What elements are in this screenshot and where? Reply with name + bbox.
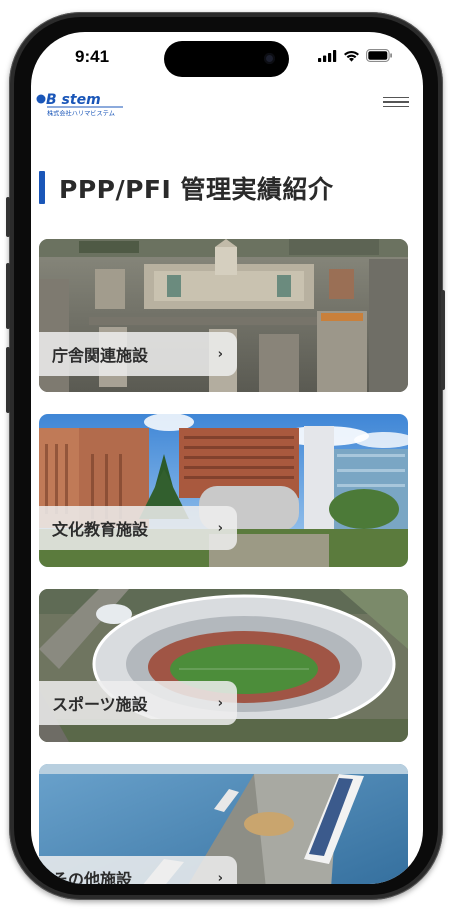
phone-screen: 9:41 B stem 株式会社ハリマビステム PPP/PFI 管理実績紹介 庁… (31, 32, 423, 884)
card-government-facilities[interactable]: 庁舎関連施設 › (39, 239, 408, 392)
card-label-culture-education-facilities[interactable]: 文化教育施設 › (39, 506, 237, 550)
chevron-right-icon: › (217, 695, 223, 711)
front-camera (264, 53, 275, 64)
status-time: 9:41 (75, 47, 110, 66)
card-culture-education-facilities[interactable]: 文化教育施設 › (39, 414, 408, 567)
chevron-right-icon: › (217, 520, 223, 536)
chevron-right-icon: › (217, 346, 223, 362)
battery-icon (366, 49, 392, 62)
volume-up-button (6, 263, 10, 329)
card-title: 文化教育施設 (52, 520, 149, 539)
logo-text: B stem (46, 92, 101, 108)
card-sports-facilities[interactable]: スポーツ施設 › (39, 589, 408, 742)
hamburger-menu-icon[interactable] (383, 92, 409, 112)
card-other-facilities[interactable]: その他施設 › (39, 764, 408, 884)
power-button (441, 290, 445, 390)
card-title: その他施設 (52, 870, 133, 884)
company-logo[interactable]: B stem 株式会社ハリマビステム (35, 91, 131, 119)
title-accent-bar (39, 171, 45, 204)
page-title: PPP/PFI 管理実績紹介 (59, 175, 334, 204)
silent-switch (6, 197, 10, 237)
status-icons (318, 49, 393, 62)
card-title: 庁舎関連施設 (52, 346, 149, 365)
dynamic-island (164, 41, 289, 77)
volume-down-button (6, 347, 10, 413)
card-title: スポーツ施設 (52, 695, 148, 714)
card-label-sports-facilities[interactable]: スポーツ施設 › (39, 681, 237, 725)
chevron-right-icon: › (217, 870, 223, 885)
wifi-icon (344, 50, 359, 62)
signal-icon (318, 49, 337, 62)
card-label-government-facilities[interactable]: 庁舎関連施設 › (39, 332, 237, 376)
card-label-other-facilities[interactable]: その他施設 › (39, 856, 237, 884)
logo-subtext: 株式会社ハリマビステム (47, 110, 115, 118)
